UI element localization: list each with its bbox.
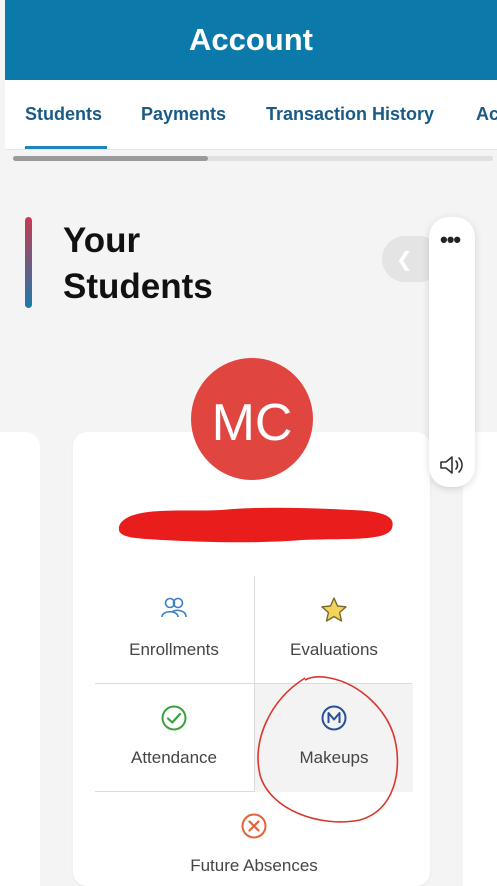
tab-bar: Students Payments Transaction History Ac xyxy=(5,80,497,150)
makeup-m-icon xyxy=(255,704,413,732)
evaluations-button[interactable]: Evaluations xyxy=(255,576,413,684)
makeups-button[interactable]: Makeups xyxy=(255,684,413,792)
section-accent-bar xyxy=(25,217,32,308)
redaction-mark xyxy=(118,507,393,543)
section-title-line2: Students xyxy=(63,267,213,306)
avatar: MC xyxy=(191,358,313,480)
more-dots-icon[interactable]: ••• xyxy=(440,227,461,253)
section-title: Your Students xyxy=(63,218,263,310)
previous-student-card[interactable] xyxy=(0,432,40,886)
attendance-button[interactable]: Attendance xyxy=(95,684,253,792)
tab-scrollbar[interactable] xyxy=(13,156,493,161)
enrollments-label: Enrollments xyxy=(129,640,219,659)
tab-payments[interactable]: Payments xyxy=(141,104,226,125)
app-header: Account xyxy=(5,0,497,80)
next-student-card[interactable] xyxy=(463,432,497,886)
makeups-label: Makeups xyxy=(299,748,369,767)
future-absences-label: Future Absences xyxy=(190,856,318,875)
scrollbar-thumb[interactable] xyxy=(13,156,208,161)
section-title-line1: Your xyxy=(63,221,141,260)
star-icon xyxy=(255,596,413,624)
floating-side-panel: ••• xyxy=(429,217,475,487)
active-tab-indicator xyxy=(25,146,107,149)
tab-partial[interactable]: Ac xyxy=(476,104,497,125)
speaker-icon[interactable] xyxy=(438,453,466,477)
avatar-initials: MC xyxy=(211,394,293,452)
tab-students[interactable]: Students xyxy=(25,104,102,125)
cancel-circle-icon xyxy=(175,812,333,840)
check-circle-icon xyxy=(95,704,253,732)
chevron-left-icon: ❮ xyxy=(396,249,413,271)
enrollments-button[interactable]: Enrollments xyxy=(95,576,253,684)
attendance-label: Attendance xyxy=(130,748,217,767)
page-title: Account xyxy=(189,22,313,57)
people-icon xyxy=(95,596,253,624)
evaluations-label: Evaluations xyxy=(290,640,378,659)
future-absences-button[interactable]: Future Absences xyxy=(175,792,333,886)
tab-transaction-history[interactable]: Transaction History xyxy=(266,104,434,125)
